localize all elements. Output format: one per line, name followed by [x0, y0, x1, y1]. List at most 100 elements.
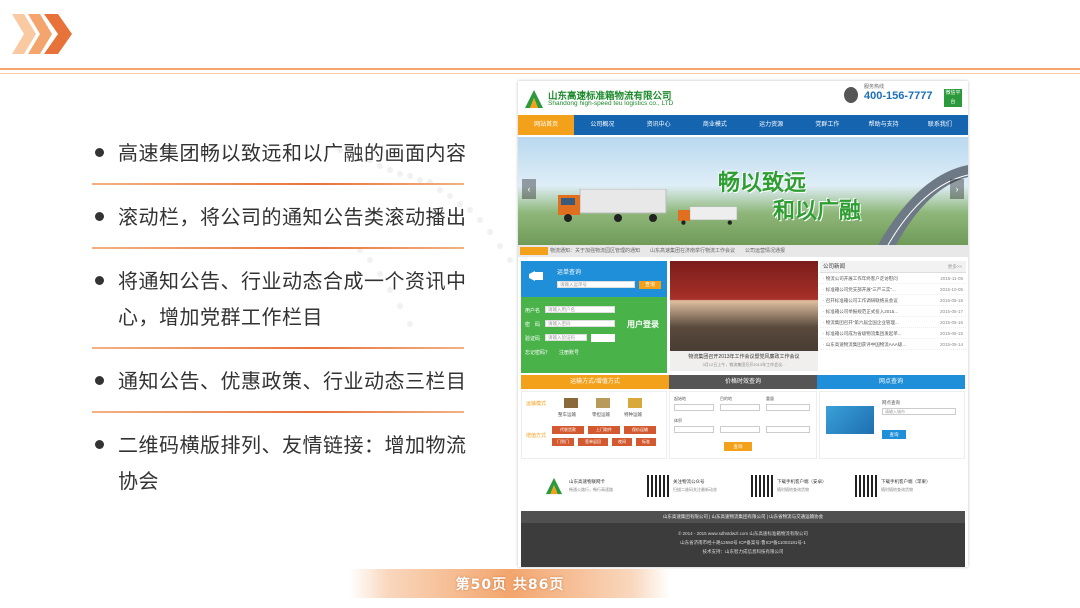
- bar-transport-mode[interactable]: 运输方式/增值方式: [521, 375, 669, 389]
- password-label: 密 码: [525, 322, 541, 328]
- hotline-number: 400-156-7777: [864, 90, 933, 102]
- notice-ticker[interactable]: 物流通知：关于加强物流园区管理的通知 山东高速集团在济南举行物流工作会议 公司运…: [518, 245, 968, 257]
- nav-item-help[interactable]: 帮助与支持: [856, 115, 912, 135]
- price-field-label: 重量: [766, 396, 774, 401]
- list-item[interactable]: · 标准箱公司举报规范正式投入2015... 2015-05-17: [820, 306, 966, 317]
- wechat-badge[interactable]: 微信平台: [944, 89, 962, 107]
- china-map-image[interactable]: [826, 406, 874, 434]
- qr-title[interactable]: 下载手机客户端（安卓）: [777, 479, 827, 485]
- volume-input[interactable]: [674, 426, 714, 433]
- list-item[interactable]: · 召开标准箱公司工作调研联络员会议 2015-05-18: [820, 295, 966, 306]
- login-title[interactable]: 用户登录: [627, 319, 659, 330]
- register-link[interactable]: 注册账号: [559, 349, 579, 356]
- value-item[interactable]: 门到门: [552, 438, 574, 446]
- highway-bridge-image: [878, 165, 968, 245]
- bullet-dot-icon: [95, 440, 104, 449]
- nav-item-contact[interactable]: 联系我们: [912, 115, 968, 135]
- qr-sub: 随时随地查询货物: [881, 487, 913, 492]
- bullet-item: 滚动栏，将公司的通知公告类滚动播出: [92, 199, 472, 249]
- price-query-panel: 起始地 目的地 重量 体积 查询: [669, 391, 817, 459]
- bar-outlet-query[interactable]: 网点查询: [817, 375, 965, 389]
- value-item[interactable]: 代收货款: [552, 426, 584, 434]
- price-query-button[interactable]: 查询: [724, 442, 752, 451]
- bullet-dot-icon: [95, 276, 104, 285]
- banner-prev-arrow-icon[interactable]: ‹: [522, 179, 536, 199]
- price-field-label: 体积: [674, 418, 682, 423]
- value-item[interactable]: 夜间: [612, 438, 632, 446]
- special-mode-icon: [628, 398, 642, 408]
- weight-input[interactable]: [766, 404, 810, 411]
- outlet-query-button[interactable]: 查询: [882, 430, 906, 439]
- qr-code-image: [855, 475, 877, 497]
- qr-title[interactable]: 山东高速物联网卡: [569, 479, 605, 485]
- footer-links[interactable]: 山东高速集团有限公司 | 山东高速物流集团有限公司 | 山东省物流与交通运输协会: [521, 511, 965, 523]
- nav-item-news[interactable]: 资讯中心: [631, 115, 687, 135]
- qr-code-image: [751, 475, 773, 497]
- page-indicator: 第50页 共86页: [350, 569, 670, 598]
- qr-sub: 扫描二维码关注最新动态: [673, 487, 717, 492]
- bullet-text: 二维码横版排列、友情链接：增加物流协会: [118, 433, 467, 493]
- outlet-query-panel: 网点查询 请输入城市 查询: [819, 391, 965, 459]
- captcha-input[interactable]: 请输入验证码: [545, 334, 587, 341]
- list-item[interactable]: · 物流集团召开"第六届全国企业管理... 2015-05-16: [820, 317, 966, 328]
- waybill-search-button[interactable]: 查询: [639, 281, 661, 289]
- service-section: 运输模式 整车运输 零担运输 特种运输 增值方式 代收货款 上门取件 保价运输 …: [521, 391, 965, 459]
- list-item[interactable]: · 标准箱公司成为省级物流集团发起单... 2015-05-15: [820, 328, 966, 339]
- banner-next-arrow-icon[interactable]: ›: [950, 179, 964, 199]
- nav-item-home[interactable]: 网站首页: [518, 115, 575, 135]
- news-list-header: 公司新闻 更多>>: [820, 261, 966, 273]
- news-more-link[interactable]: 更多>>: [948, 261, 962, 273]
- bullet-dot-icon: [95, 148, 104, 157]
- bullet-text: 滚动栏，将公司的通知公告类滚动播出: [118, 205, 467, 229]
- nav-item-capacity[interactable]: 运力资源: [743, 115, 799, 135]
- nav-item-party[interactable]: 党群工作: [799, 115, 855, 135]
- bullet-dot-icon: [95, 212, 104, 221]
- forgot-password-link[interactable]: 忘记密码？: [525, 349, 550, 356]
- ticker-label-badge: [520, 247, 548, 255]
- captcha-image[interactable]: [591, 334, 615, 342]
- destination-select[interactable]: [720, 404, 760, 411]
- transport-mode-label: 运输模式: [526, 401, 547, 407]
- news-photo-caption: 物流集团召开2013年工作会议暨党风廉政工作会议 3月12日上午，物流集团召开2…: [670, 351, 818, 371]
- bullet-item: 二维码横版排列、友情链接：增加物流协会: [92, 427, 472, 513]
- truck-mode-icon: [564, 398, 578, 408]
- mode-item[interactable]: 整车运输: [558, 412, 576, 418]
- bullet-item: 高速集团畅以致远和以广融的画面内容: [92, 135, 472, 185]
- banner-slogan-line2: 和以广融: [773, 198, 862, 223]
- value-item[interactable]: 标准: [636, 438, 656, 446]
- bullet-text: 将通知公告、行业动态合成一个资讯中心，增加党群工作栏目: [118, 269, 467, 329]
- list-item[interactable]: · 标准箱公司党支部开展"三严三实"... 2015-10-05: [820, 284, 966, 295]
- origin-select[interactable]: [674, 404, 714, 411]
- username-input[interactable]: 请输入用户名: [545, 306, 615, 313]
- company-name-en: Shandong high-speed teu logistics co., L…: [548, 100, 674, 107]
- user-login-box: 用户名 请输入用户名 密 码 请输入密码 验证码 请输入验证码 用户登录 忘记密…: [521, 297, 667, 373]
- list-item[interactable]: · 山东高速物流集团获评中国物流AAA级... 2015-05-14: [820, 339, 966, 350]
- mode-item[interactable]: 特种运输: [624, 412, 642, 418]
- password-input[interactable]: 请输入密码: [545, 320, 615, 327]
- bullet-item: 通知公告、优惠政策、行业动态三栏目: [92, 363, 472, 413]
- login-panel: 运单查询 请输入运单号 查询 用户名 请输入用户名 密 码 请输入密码 验证码 …: [521, 261, 667, 373]
- bar-price-query[interactable]: 价格时效查询: [669, 375, 817, 389]
- news-caption-title[interactable]: 物流集团召开2013年工作会议暨党风廉政工作会议: [670, 353, 818, 361]
- list-item[interactable]: · 物流公司开展工作年终客户走访慰问 2015-11-05: [820, 273, 966, 284]
- value-item[interactable]: 签单返回: [578, 438, 608, 446]
- value-item[interactable]: 保价运输: [624, 426, 656, 434]
- nav-item-business[interactable]: 商业模式: [687, 115, 743, 135]
- ticker-text: 物流通知：关于加强物流园区管理的通知 山东高速集团在济南举行物流工作会议 公司运…: [550, 248, 786, 254]
- qr-title[interactable]: 关注物流公众号: [673, 479, 705, 485]
- extra-input[interactable]: [766, 426, 810, 433]
- waybill-search-input[interactable]: 请输入运单号: [557, 281, 635, 288]
- nav-item-about[interactable]: 公司概况: [574, 115, 630, 135]
- outlet-city-input[interactable]: 请输入城市: [882, 408, 956, 415]
- bullet-divider: [92, 183, 464, 185]
- value-item[interactable]: 上门取件: [588, 426, 620, 434]
- username-label: 用户名: [525, 308, 541, 314]
- mode-item[interactable]: 零担运输: [592, 412, 610, 418]
- page-indicator-text: 第50页 共86页: [455, 577, 565, 593]
- qr-title[interactable]: 下载手机客户端（苹果）: [881, 479, 931, 485]
- news-list-title: 公司新闻: [823, 264, 846, 270]
- bullet-divider: [92, 347, 464, 349]
- customer-service-icon: [844, 87, 858, 103]
- footer-line: © 2014 - 2015 www.sdhstdwzl.com 山东高速标准箱物…: [678, 531, 808, 536]
- extra-input[interactable]: [720, 426, 760, 433]
